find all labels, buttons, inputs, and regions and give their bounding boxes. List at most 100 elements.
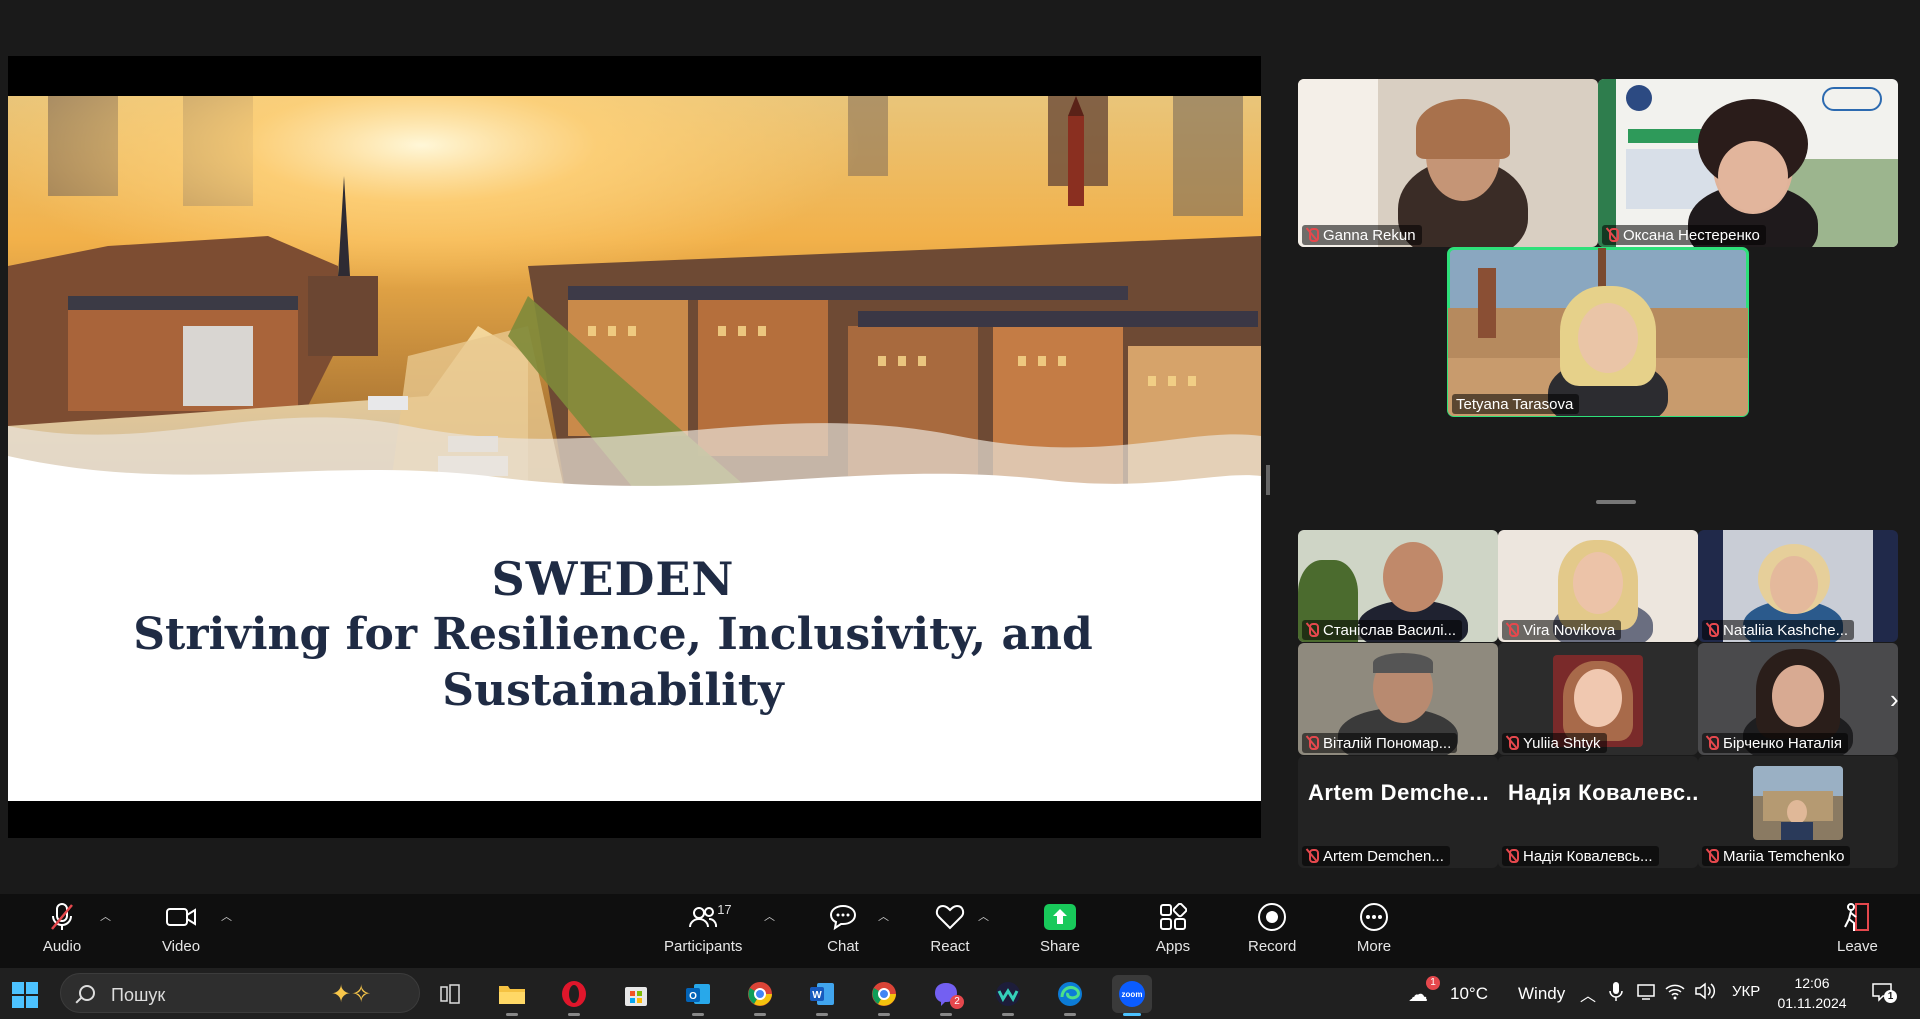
share-screen-button[interactable]: Share (1040, 900, 1080, 964)
show-hidden-icons-chevron-icon[interactable]: ︿ (1580, 982, 1596, 1006)
record-button[interactable]: Record (1248, 900, 1296, 964)
participants-button[interactable]: 17 Participants (664, 900, 742, 964)
participant-name-tag: Vira Novikova (1502, 620, 1622, 640)
shared-screen: SWEDEN Striving for Resilience, Inclusiv… (8, 56, 1261, 838)
participant-name-tag: Станіслав Василі... (1302, 620, 1463, 640)
participant-name: Оксана Нестеренко (1623, 226, 1760, 244)
active-speaker-tile[interactable]: Tetyana Tarasova (1447, 247, 1749, 417)
participant-name-tag: Artem Demchen... (1302, 846, 1450, 866)
participant-name-tag: Mariia Temchenko (1702, 846, 1851, 866)
participant-name: Надія Ковалевсь... (1523, 847, 1653, 865)
outlook-icon[interactable]: O (678, 975, 718, 1016)
chrome-icon[interactable] (864, 975, 904, 1016)
participants-count: 17 (717, 902, 732, 917)
microsoft-store-icon[interactable] (616, 975, 656, 1013)
react-button[interactable]: React (930, 900, 970, 964)
chrome-profile-icon[interactable] (740, 975, 780, 1016)
video-tile[interactable]: Mariia Temchenko (1698, 756, 1898, 868)
zoom-app-icon[interactable]: zoom (1112, 975, 1152, 1016)
video-button[interactable]: Video (161, 900, 201, 964)
muted-mic-icon (1706, 849, 1719, 863)
taskbar-search-box[interactable]: Пошук ✦✧ (60, 973, 420, 1013)
leave-label: Leave (1837, 938, 1878, 955)
file-explorer-icon[interactable] (492, 975, 532, 1016)
participant-name: Бірченко Наталія (1723, 734, 1842, 752)
participant-name: Станіслав Василі... (1323, 621, 1457, 639)
video-tile[interactable]: Станіслав Василі... (1298, 530, 1498, 642)
stockholm-cityscape-image (8, 96, 1261, 506)
video-tile[interactable]: Віталій Пономар... (1298, 643, 1498, 755)
participant-display-name: Artem Demche... (1308, 780, 1490, 805)
microsoft-word-icon[interactable]: W (802, 975, 842, 1016)
meeting-toolbar: Audio ︿ Video ︿ 17 Participants ︿ Chat ︿… (0, 894, 1920, 968)
record-label: Record (1248, 938, 1297, 955)
muted-mic-icon (42, 900, 82, 934)
weather-alert-badge: 1 (1426, 976, 1440, 990)
opera-browser-icon[interactable] (554, 975, 594, 1016)
more-button[interactable]: More (1354, 900, 1394, 964)
viber-unread-badge: 2 (950, 995, 964, 1009)
video-tile[interactable]: Artem Demche... Artem Demchen... (1298, 756, 1498, 868)
video-tile[interactable]: Бірченко Наталія (1698, 643, 1898, 755)
meeting-window: SWEDEN Striving for Resilience, Inclusiv… (0, 0, 1920, 894)
speaker-volume-icon[interactable] (1694, 981, 1716, 1006)
presentation-slide: SWEDEN Striving for Resilience, Inclusiv… (8, 96, 1261, 801)
slide-title-line-1: SWEDEN (491, 552, 735, 606)
participant-name: Nataliia Kashche... (1723, 621, 1849, 639)
audio-button[interactable]: Audio (42, 900, 82, 964)
record-icon (1252, 900, 1292, 934)
participant-name: Vira Novikova (1523, 621, 1616, 639)
gallery-next-page-chevron-icon[interactable]: › (1890, 686, 1910, 712)
slide-title: SWEDEN Striving for Resilience, Inclusiv… (8, 551, 1218, 719)
webex-icon[interactable] (988, 975, 1028, 1016)
video-camera-icon (161, 900, 201, 934)
muted-mic-icon (1306, 623, 1319, 637)
heart-icon (930, 900, 970, 934)
microphone-in-use-icon[interactable] (1608, 981, 1624, 1008)
chat-options-caret-icon[interactable]: ︿ (878, 908, 889, 924)
chat-button[interactable]: Chat (823, 900, 863, 964)
participant-name-tag: Tetyana Tarasova (1452, 394, 1580, 414)
weather-widget[interactable]: ☁ 1 10°C Windy (1408, 976, 1565, 1007)
participant-name: Yuliia Shtyk (1523, 734, 1601, 752)
participant-name: Tetyana Tarasova (1456, 395, 1574, 413)
video-tile[interactable]: Надія Ковалевс... Надія Ковалевсь... (1498, 756, 1698, 868)
muted-mic-icon (1606, 228, 1619, 242)
participants-options-caret-icon[interactable]: ︿ (764, 908, 775, 924)
display-settings-icon[interactable] (1636, 982, 1656, 1007)
video-tile[interactable]: Yuliia Shtyk (1498, 643, 1698, 755)
apps-button[interactable]: Apps (1153, 900, 1193, 964)
participants-label: Participants (664, 938, 743, 955)
participant-name-tag: Ganna Rekun (1302, 225, 1422, 245)
audio-options-caret-icon[interactable]: ︿ (100, 908, 111, 924)
wifi-icon[interactable] (1664, 981, 1686, 1006)
apps-grid-icon (1153, 900, 1193, 934)
notification-count-badge: 1 (1884, 990, 1897, 1003)
chat-bubble-icon (823, 900, 863, 934)
input-language-indicator[interactable]: УКР (1732, 983, 1760, 1000)
windows-start-icon[interactable] (12, 982, 38, 1008)
muted-mic-icon (1706, 736, 1719, 750)
task-view-icon[interactable] (430, 975, 470, 1013)
leave-meeting-button[interactable]: Leave (1837, 900, 1878, 964)
video-options-caret-icon[interactable]: ︿ (221, 908, 232, 924)
panel-split-handle[interactable] (1596, 500, 1636, 504)
slide-title-line-3: Sustainability (442, 665, 784, 716)
viber-icon[interactable]: 2 (926, 975, 966, 1016)
video-tile[interactable]: Nataliia Kashche... (1698, 530, 1898, 642)
react-options-caret-icon[interactable]: ︿ (978, 908, 989, 924)
share-up-arrow-icon (1040, 900, 1080, 934)
video-tile[interactable]: Vira Novikova (1498, 530, 1698, 642)
participant-name-tag: Yuliia Shtyk (1502, 733, 1607, 753)
notification-center-icon[interactable]: 1 (1870, 980, 1897, 1009)
participant-name-tag: Надія Ковалевсь... (1502, 846, 1659, 866)
video-tile[interactable]: Ganna Rekun (1298, 79, 1598, 247)
edge-browser-icon[interactable] (1050, 975, 1090, 1016)
chat-label: Chat (827, 938, 859, 955)
participant-name: Artem Demchen... (1323, 847, 1444, 865)
search-icon (79, 985, 95, 1001)
muted-mic-icon (1506, 849, 1519, 863)
video-tile[interactable]: Оксана Нестеренко (1598, 79, 1898, 247)
panel-resize-handle[interactable] (1266, 465, 1270, 495)
clock[interactable]: 12:06 01.11.2024 (1772, 973, 1852, 1013)
